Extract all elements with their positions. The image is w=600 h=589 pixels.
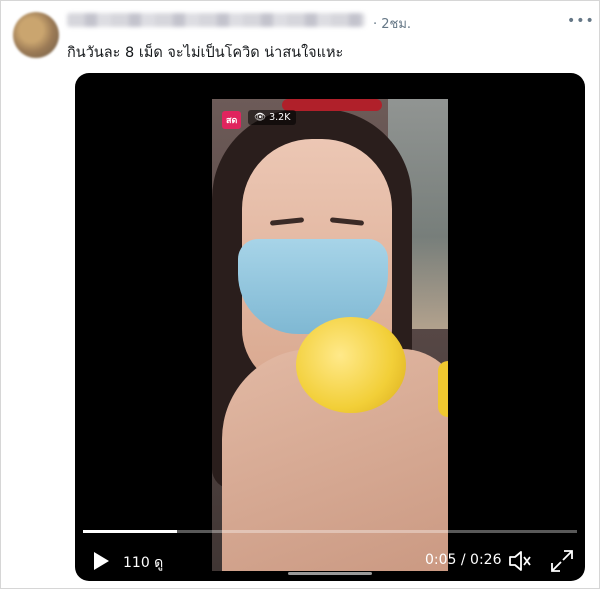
headband [282, 99, 382, 111]
viewer-count-badge: 👁 3.2K [248, 110, 297, 125]
blurred-username[interactable] [67, 13, 365, 27]
left-eyebrow [269, 217, 305, 226]
video-frame[interactable]: สด 👁 3.2K [212, 99, 448, 571]
video-player[interactable]: สด 👁 3.2K 110 ดู 0:05 / 0:26 [75, 73, 585, 581]
more-dots-icon[interactable]: ••• [567, 13, 595, 29]
progress-fill [83, 530, 177, 533]
eye-icon: 👁 [254, 112, 267, 123]
tweet-card: · 2ชม. ••• กินวันละ 8 เม็ด จะไม่เป็นโควิ… [0, 0, 600, 589]
live-badge: สด [222, 111, 242, 129]
tweet-text: กินวันละ 8 เม็ด จะไม่เป็นโควิด น่าสนใจแห… [67, 45, 344, 61]
progress-bar[interactable] [83, 530, 577, 533]
play-icon[interactable] [89, 549, 113, 573]
avatar[interactable] [13, 12, 59, 58]
fullscreen-icon[interactable] [549, 548, 575, 574]
yellow-fruit-second [438, 361, 448, 417]
yellow-fruit [296, 317, 406, 413]
view-count: 110 ดู [123, 555, 164, 571]
video-time: 0:05 / 0:26 [425, 552, 502, 568]
viewer-count: 3.2K [269, 112, 291, 123]
right-eyebrow [329, 217, 365, 226]
mute-icon[interactable] [507, 548, 533, 574]
tweet-timestamp[interactable]: · 2ชม. [373, 13, 411, 34]
scroll-indicator [288, 572, 372, 575]
